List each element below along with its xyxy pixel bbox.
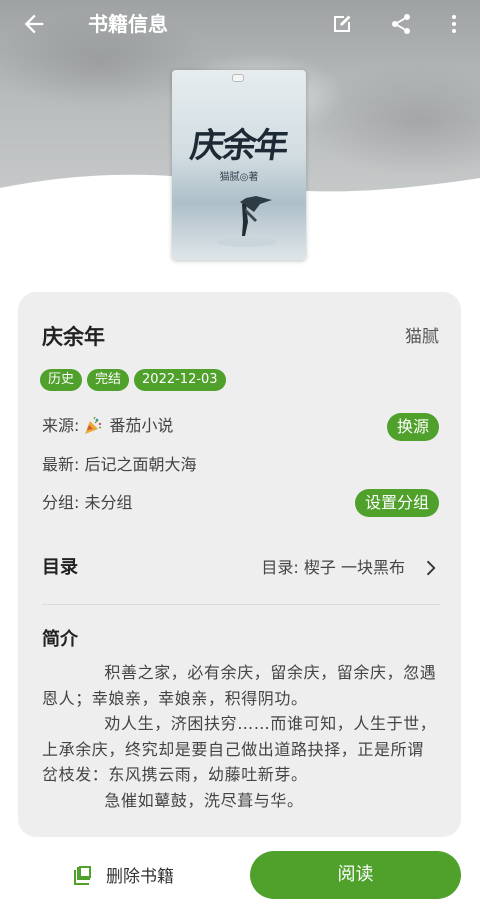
- edit-icon[interactable]: [330, 12, 354, 36]
- intro-heading: 简介: [42, 629, 78, 650]
- top-app-bar: 书籍信息: [0, 0, 480, 48]
- source-row: 来源: 番茄小说: [42, 414, 173, 438]
- cover-title: 庆余年: [187, 126, 290, 166]
- set-group-button[interactable]: 设置分组: [354, 489, 439, 517]
- cover-figure-illustration: [217, 196, 277, 247]
- tag-date: 2022-12-03: [134, 369, 226, 391]
- tag-genre: 历史: [40, 369, 83, 391]
- share-icon[interactable]: [389, 12, 413, 36]
- intro-paragraph: 急催如鼙鼓，洗尽葺与华。: [104, 790, 304, 810]
- back-arrow-icon[interactable]: [20, 10, 48, 38]
- book-name: 庆余年: [42, 325, 105, 349]
- delete-book-button[interactable]: 删除书籍: [72, 862, 174, 887]
- cover-tag-hole: [232, 74, 244, 82]
- intro-paragraph: 劝人生，济困扶穷……而谁可知，人生于世，上承余庆，终究却是要自己做出道路抉择，正…: [42, 714, 437, 784]
- cover-author: 猫腻◎著: [219, 172, 259, 183]
- book-author: 猫腻: [405, 327, 439, 347]
- tag-status: 完结: [87, 369, 130, 391]
- source-label: 来源:: [42, 416, 80, 435]
- book-cover[interactable]: 庆余年 猫腻◎著: [172, 70, 306, 260]
- book-info-card: 庆余年 猫腻 历史 完结 2022-12-03 来源: 番茄小说 换源 最新: …: [18, 292, 461, 837]
- tag-list: 历史 完结 2022-12-03: [40, 369, 226, 391]
- read-button[interactable]: 阅读: [250, 851, 461, 899]
- latest-chapter: 最新: 后记之面朝大海: [42, 455, 197, 474]
- change-source-button[interactable]: 换源: [386, 413, 439, 441]
- chevron-right-icon[interactable]: [419, 557, 441, 579]
- delete-book-label: 删除书籍: [106, 867, 174, 887]
- bottom-action-bar: 删除书籍 阅读: [0, 840, 480, 916]
- divider: [42, 604, 440, 605]
- toc-current-chapter[interactable]: 目录: 楔子 一块黑布: [261, 556, 405, 580]
- toc-heading[interactable]: 目录: [42, 555, 78, 581]
- intro-paragraph: 积善之家，必有余庆，留余庆，留余庆，忽遇恩人；幸娘亲，幸娘亲，积得阴功。: [42, 663, 437, 708]
- page-title: 书籍信息: [88, 12, 168, 36]
- party-popper-icon: [85, 416, 102, 434]
- group-info: 分组: 未分组: [42, 493, 133, 512]
- more-vertical-icon[interactable]: [442, 12, 466, 36]
- source-value: 番茄小说: [109, 416, 174, 435]
- bookshelf-remove-icon: [74, 865, 91, 885]
- intro-text: 积善之家，必有余庆，留余庆，留余庆，忽遇恩人；幸娘亲，幸娘亲，积得阴功。 劝人生…: [42, 660, 438, 813]
